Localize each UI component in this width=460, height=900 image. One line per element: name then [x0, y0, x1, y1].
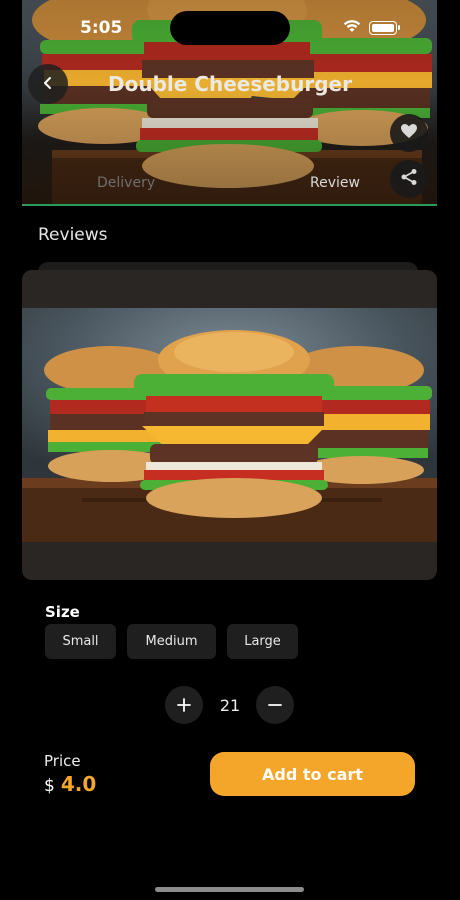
share-icon [400, 168, 418, 190]
minus-icon [268, 693, 282, 717]
size-option-medium[interactable]: Medium [127, 624, 216, 659]
price: $ 4.0 [44, 772, 96, 796]
size-label: Size [45, 603, 80, 621]
quantity-plus-button[interactable] [165, 686, 203, 724]
share-button[interactable] [390, 160, 428, 198]
tab-delivery[interactable]: Delivery [97, 175, 155, 191]
size-option-large[interactable]: Large [227, 624, 298, 659]
favorite-button[interactable] [390, 114, 428, 152]
home-indicator [155, 887, 304, 892]
product-card [22, 270, 437, 580]
burger-photo [22, 330, 437, 542]
product-title: Double Cheeseburger [108, 72, 352, 96]
dynamic-island [170, 11, 290, 45]
size-option-small[interactable]: Small [45, 624, 116, 659]
quantity-value: 21 [219, 696, 241, 715]
tab-review[interactable]: Review [310, 175, 360, 191]
status-time: 5:05 [80, 18, 123, 38]
price-currency: $ [44, 776, 55, 796]
price-value: 4.0 [60, 772, 97, 796]
status-icons [343, 18, 400, 37]
battery-icon [369, 20, 400, 35]
plus-icon [177, 693, 191, 717]
tab-underline [22, 204, 437, 206]
add-to-cart-button[interactable]: Add to cart [210, 752, 415, 796]
reviews-heading: Reviews [38, 225, 108, 245]
quantity-minus-button[interactable] [256, 686, 294, 724]
product-image [22, 308, 437, 542]
price-label: Price [44, 752, 81, 770]
wifi-icon [343, 18, 361, 37]
heart-icon [400, 123, 418, 143]
